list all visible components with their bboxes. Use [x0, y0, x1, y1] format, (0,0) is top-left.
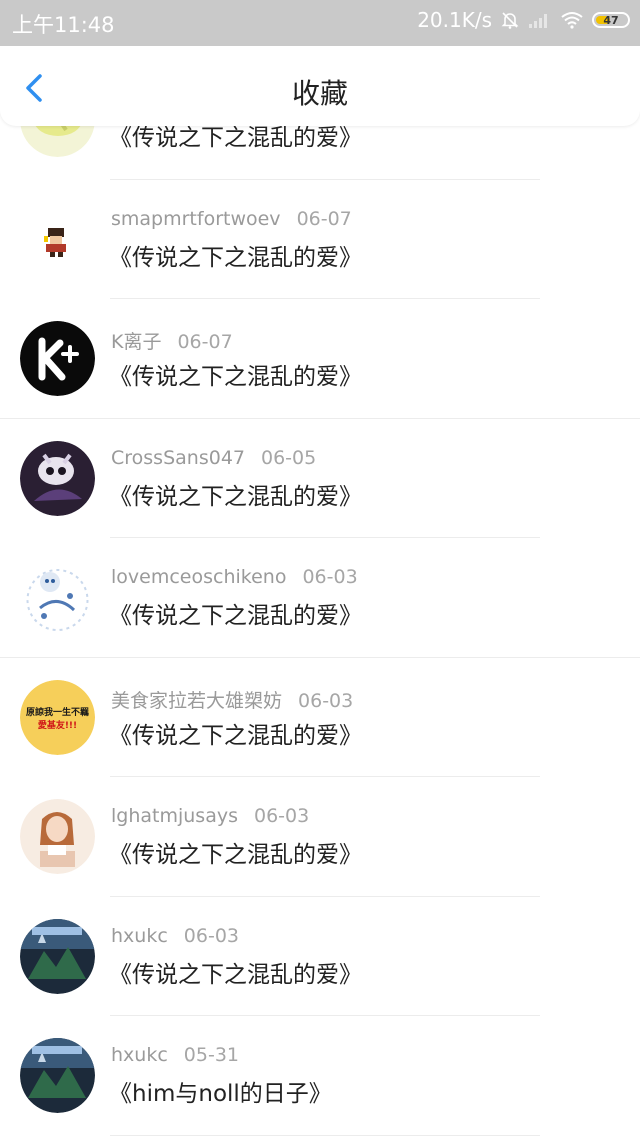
item-meta: smapmrtfortwoev 06-07 [111, 208, 352, 230]
list-item[interactable]: lghatmjusays 06-03 《传说之下之混乱的爱》 [0, 777, 640, 897]
avatar[interactable] [20, 321, 95, 396]
avatar[interactable] [20, 1038, 95, 1113]
wifi-icon [560, 11, 584, 29]
work-title[interactable]: 《传说之下之混乱的爱》 [109, 477, 362, 511]
date: 06-05 [261, 446, 317, 469]
list-item[interactable]: K离子 06-07 《传说之下之混乱的爱》 [0, 299, 640, 419]
date: 06-03 [254, 805, 310, 827]
date: 06-03 [183, 924, 239, 947]
item-meta: 美食家拉若大雄槊妨 06-03 [111, 686, 353, 713]
item-meta: hxukc 05-31 [111, 1044, 239, 1066]
work-title[interactable]: 《him与noll的日子》 [109, 1074, 332, 1108]
work-title[interactable]: 《传说之下之混乱的爱》 [109, 835, 362, 869]
item-meta: lghatmjusays 06-03 [111, 805, 309, 827]
date: 06-07 [177, 331, 233, 353]
divider [110, 1134, 540, 1136]
date: 06-03 [298, 689, 354, 712]
svg-text:愛基友!!!: 愛基友!!! [38, 719, 77, 731]
username[interactable]: hxukc [111, 925, 168, 947]
username[interactable]: lovemceoschikeno [111, 566, 286, 588]
date: 06-07 [296, 207, 352, 230]
avatar[interactable] [20, 918, 95, 994]
avatar[interactable] [20, 799, 95, 874]
username[interactable]: CrossSans047 [111, 447, 245, 469]
network-speed: 20.1K/s [417, 8, 492, 32]
item-meta: CrossSans047 06-05 [111, 447, 316, 469]
username[interactable]: 美食家拉若大雄槊妨 [111, 690, 282, 712]
username[interactable]: lghatmjusays [111, 805, 238, 827]
list-item[interactable]: smapmrtfortwoev 06-07 《传说之下之混乱的爱》 [0, 180, 640, 299]
item-meta: hxukc 06-03 [111, 925, 239, 947]
username[interactable]: hxukc [111, 1044, 168, 1066]
list-item[interactable]: 原諒我一生不羈 愛基友!!! 美食家拉若大雄槊妨 06-03 《传说之下之混乱的爱… [0, 658, 640, 777]
list-item[interactable]: CrossSans047 06-05 《传说之下之混乱的爱》 [0, 419, 640, 538]
avatar[interactable]: 原諒我一生不羈 愛基友!!! [20, 679, 95, 755]
work-title[interactable]: 《传说之下之混乱的爱》 [109, 238, 362, 272]
list-item[interactable]: lovemceoschikeno 06-03 《传说之下之混乱的爱》 [0, 538, 640, 658]
battery-icon: 47 [592, 12, 630, 28]
date: 05-31 [183, 1044, 239, 1066]
page-title: 收藏 [291, 77, 348, 110]
date: 06-03 [302, 566, 358, 588]
item-meta: K离子 06-07 [111, 327, 233, 354]
signal-icon [528, 11, 552, 29]
status-icons: 20.1K/s 47 [417, 8, 630, 32]
work-title[interactable]: 《传说之下之混乱的爱》 [109, 716, 362, 750]
mute-bell-icon [500, 10, 520, 30]
username[interactable]: smapmrtfortwoev [111, 208, 281, 230]
avatar[interactable] [20, 440, 95, 516]
status-time: 上午11:48 [12, 13, 115, 37]
nav-header: 收藏 [0, 46, 640, 126]
avatar[interactable] [20, 560, 95, 635]
list-item[interactable]: hxukc 06-03 《传说之下之混乱的爱》 [0, 897, 640, 1016]
username[interactable]: K离子 [111, 331, 161, 353]
item-meta: lovemceoschikeno 06-03 [111, 566, 358, 588]
avatar[interactable] [20, 201, 95, 277]
list-item[interactable]: hxukc 05-31 《him与noll的日子》 [0, 1016, 640, 1136]
work-title[interactable]: 《传说之下之混乱的爱》 [109, 596, 362, 630]
favorites-list: 《传说之下之混乱的爱》 smapmrtfortwoev 06-07 《传说之下之混… [0, 60, 640, 1136]
work-title[interactable]: 《传说之下之混乱的爱》 [109, 357, 362, 391]
svg-text:原諒我一生不羈: 原諒我一生不羈 [26, 706, 89, 718]
work-title[interactable]: 《传说之下之混乱的爱》 [109, 955, 362, 989]
status-bar: 上午11:48 20.1K/s 47 [0, 0, 640, 46]
